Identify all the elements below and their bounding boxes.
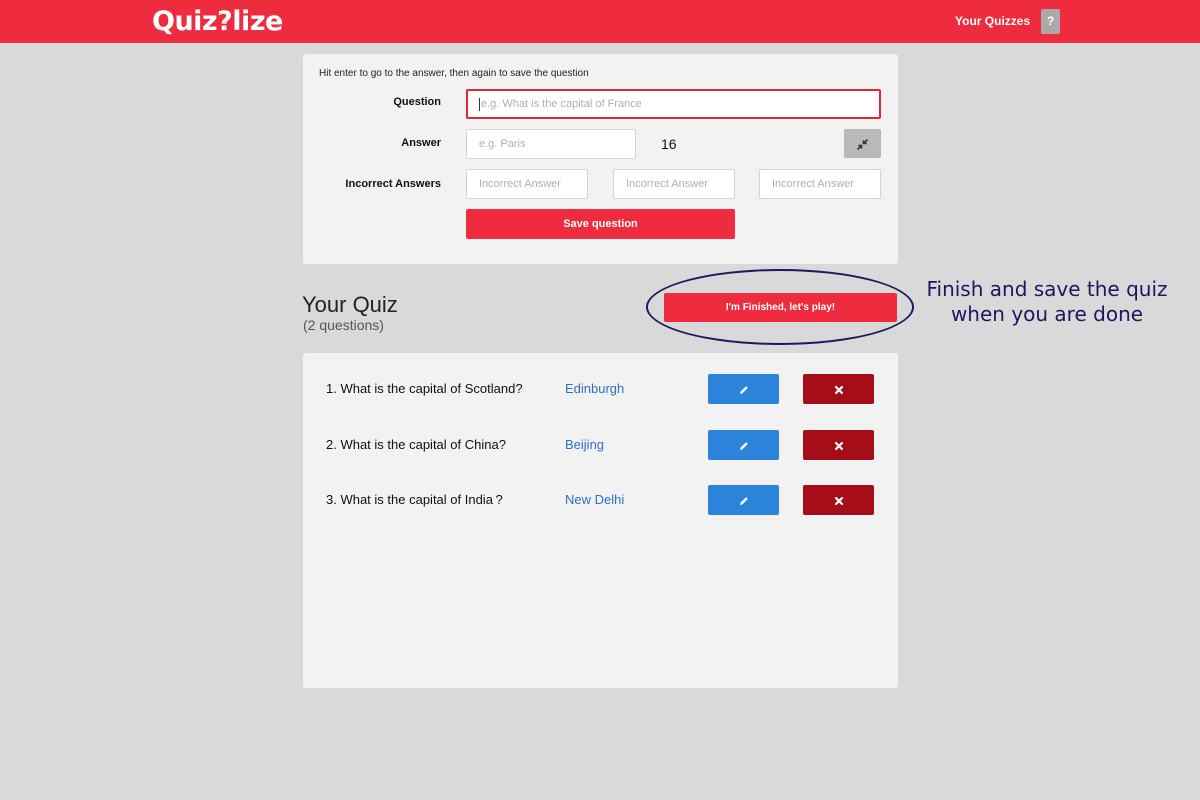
form-hint: Hit enter to go to the answer, then agai… <box>319 68 589 79</box>
question-answer: Beijing <box>565 437 605 452</box>
question-input[interactable]: e.g. What is the capital of France <box>466 89 881 119</box>
question-text: 1. What is the capital of Scotland? <box>326 381 523 396</box>
delete-question-button[interactable] <box>803 485 874 515</box>
incorrect-answer-input-2[interactable]: Incorrect Answer <box>613 169 735 199</box>
save-question-button[interactable]: Save question <box>466 209 735 239</box>
quiz-title: Your Quiz <box>302 292 398 317</box>
top-navbar: Quiz?lize Your Quizzes ? <box>0 0 1200 43</box>
question-answer: Edinburgh <box>565 381 625 396</box>
incorrect-answer-input-1[interactable]: Incorrect Answer <box>466 169 588 199</box>
incorrect-placeholder: Incorrect Answer <box>479 178 561 190</box>
question-form-panel: Hit enter to go to the answer, then agai… <box>303 54 898 264</box>
close-icon <box>834 385 843 394</box>
list-item: 2. What is the capital of China? Beijing <box>303 430 898 462</box>
question-placeholder: e.g. What is the capital of France <box>481 98 642 110</box>
list-item: 3. What is the capital of India ? New De… <box>303 485 898 517</box>
app-logo[interactable]: Quiz?lize <box>152 5 283 39</box>
answer-label: Answer <box>401 137 441 149</box>
close-icon <box>834 441 843 450</box>
pencil-icon <box>739 497 748 505</box>
list-item: 1. What is the capital of Scotland? Edin… <box>303 374 898 406</box>
question-label: Question <box>393 96 441 108</box>
incorrect-placeholder: Incorrect Answer <box>772 178 854 190</box>
character-counter: 16 <box>661 136 677 152</box>
annotation-ellipse <box>646 269 914 345</box>
annotation-line: Finish and save the quiz <box>926 277 1168 301</box>
compress-button[interactable] <box>844 129 881 158</box>
annotation-text: Finish and save the quiz when you are do… <box>912 277 1182 327</box>
incorrect-answers-label: Incorrect Answers <box>345 178 441 190</box>
compress-icon <box>857 139 868 150</box>
delete-question-button[interactable] <box>803 430 874 460</box>
incorrect-placeholder: Incorrect Answer <box>626 178 708 190</box>
edit-question-button[interactable] <box>708 485 779 515</box>
incorrect-answer-input-3[interactable]: Incorrect Answer <box>759 169 881 199</box>
your-quizzes-link[interactable]: Your Quizzes <box>955 14 1030 28</box>
help-button[interactable]: ? <box>1041 9 1060 34</box>
edit-question-button[interactable] <box>708 430 779 460</box>
text-caret <box>479 97 480 111</box>
question-answer: New Delhi <box>565 492 625 507</box>
annotation-line: when you are done <box>950 302 1144 326</box>
question-text: 3. What is the capital of India ? <box>326 492 503 507</box>
question-list-panel: 1. What is the capital of Scotland? Edin… <box>303 353 898 688</box>
question-count: (2 questions) <box>303 317 384 333</box>
delete-question-button[interactable] <box>803 374 874 404</box>
edit-question-button[interactable] <box>708 374 779 404</box>
question-text: 2. What is the capital of China? <box>326 437 506 452</box>
answer-input[interactable]: e.g. Paris <box>466 129 636 159</box>
pencil-icon <box>739 442 748 450</box>
answer-placeholder: e.g. Paris <box>479 138 526 150</box>
close-icon <box>834 496 843 505</box>
pencil-icon <box>739 386 748 394</box>
